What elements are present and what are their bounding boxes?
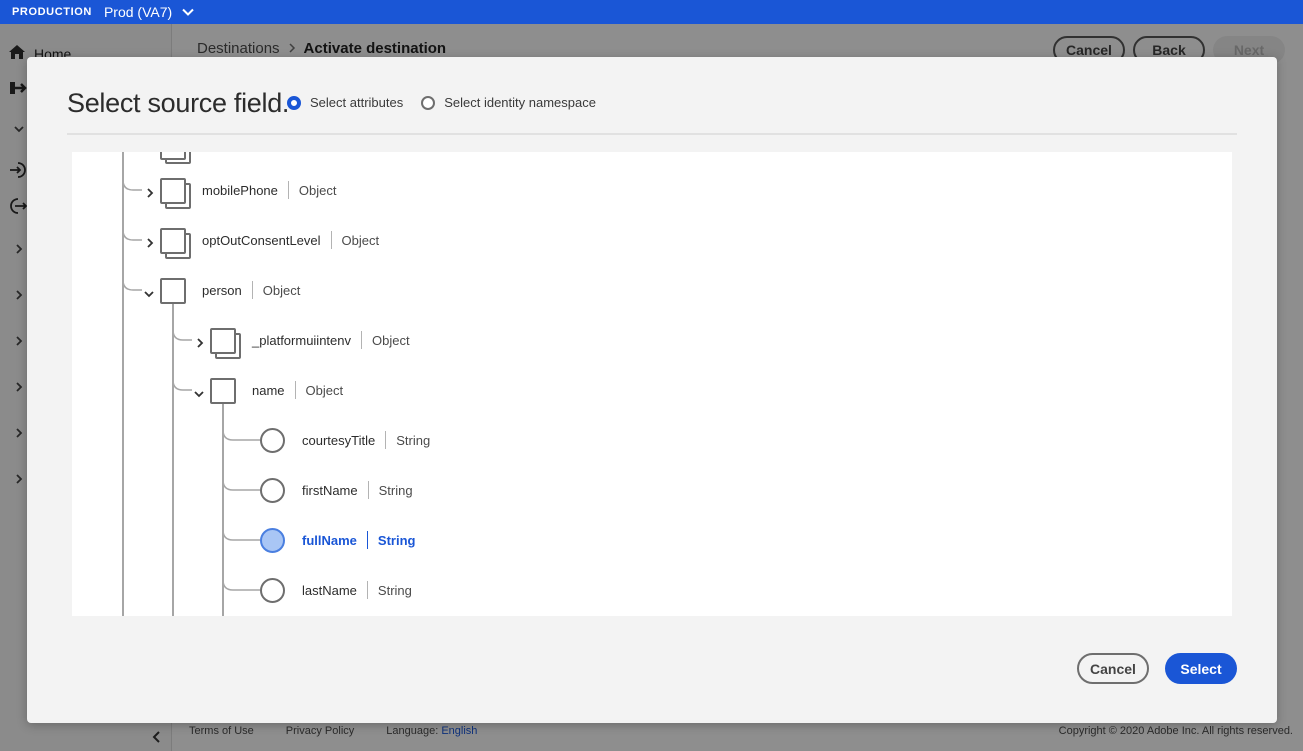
object-node-icon[interactable] — [160, 278, 186, 304]
node-name: optOutConsentLevel — [202, 232, 321, 248]
node-type: String — [377, 582, 412, 598]
environment-label: PRODUCTION — [12, 6, 92, 18]
object-node-icon[interactable] — [210, 328, 236, 354]
tree-node-platformuiintenv[interactable]: _platformuiintenv Object — [252, 331, 410, 349]
field-node-icon-selected[interactable] — [260, 528, 285, 553]
expand-chevron-icon[interactable] — [145, 235, 155, 248]
node-name: fullName — [302, 532, 357, 548]
tree-node-lastname[interactable]: lastName String — [302, 581, 412, 599]
node-name: lastName — [302, 582, 357, 598]
node-name: name — [252, 382, 285, 398]
divider — [67, 133, 1237, 135]
field-node-icon[interactable] — [260, 478, 285, 503]
expand-chevron-icon[interactable] — [195, 335, 205, 348]
node-type: Object — [298, 182, 337, 198]
sandbox-switcher[interactable]: Prod (VA7) — [104, 4, 172, 20]
node-name: firstName — [302, 482, 358, 498]
radio-select-attributes[interactable]: Select attributes — [287, 95, 403, 110]
tree-node-name[interactable]: name Object — [252, 381, 343, 399]
schema-tree: mobilePhone Object optOutConsentLevel Obje… — [72, 152, 1232, 616]
dialog-cancel-button[interactable]: Cancel — [1077, 653, 1149, 684]
top-bar: PRODUCTION Prod (VA7) — [0, 0, 1303, 24]
object-node-icon[interactable] — [160, 178, 186, 204]
tree-node-firstname[interactable]: firstName String — [302, 481, 413, 499]
chevron-down-icon[interactable] — [182, 8, 194, 16]
tree-node-optoutconsentlevel[interactable]: optOutConsentLevel Object — [202, 231, 379, 249]
radio-label: Select identity namespace — [444, 95, 596, 110]
dialog-select-button[interactable]: Select — [1165, 653, 1237, 684]
collapse-chevron-icon[interactable] — [144, 286, 154, 298]
radio-button-unchecked[interactable] — [421, 95, 436, 110]
tree-node-person[interactable]: person Object — [202, 281, 300, 299]
node-name: courtesyTitle — [302, 432, 376, 448]
field-node-icon[interactable] — [260, 428, 285, 453]
object-node-icon[interactable] — [160, 228, 186, 254]
node-type: String — [396, 432, 431, 448]
node-name: _platformuiintenv — [252, 332, 351, 348]
radio-button-checked[interactable] — [287, 95, 301, 110]
field-node-icon[interactable] — [260, 578, 285, 603]
radio-label: Select attributes — [310, 95, 404, 110]
tree-node-courtesytitle[interactable]: courtesyTitle String — [302, 431, 430, 449]
source-type-radio-group: Select attributes Select identity namesp… — [287, 95, 614, 110]
collapse-chevron-icon[interactable] — [194, 386, 204, 398]
node-type: Object — [305, 382, 344, 398]
node-type: Object — [262, 282, 301, 298]
dialog-title: Select source field. — [67, 88, 290, 118]
node-type: String — [378, 482, 413, 498]
expand-chevron-icon[interactable] — [145, 185, 155, 198]
node-type: Object — [341, 232, 380, 248]
select-source-field-dialog: Select source field. Select attributes S… — [27, 57, 1277, 723]
node-name: mobilePhone — [202, 182, 278, 198]
radio-select-identity-namespace[interactable]: Select identity namespace — [421, 95, 596, 110]
object-node-icon[interactable] — [210, 378, 236, 404]
tree-node-fullname[interactable]: fullName String — [302, 531, 415, 549]
node-type: Object — [372, 332, 410, 348]
node-name: person — [202, 282, 242, 298]
node-type: String — [377, 532, 416, 548]
tree-node-mobilephone[interactable]: mobilePhone Object — [202, 181, 336, 199]
